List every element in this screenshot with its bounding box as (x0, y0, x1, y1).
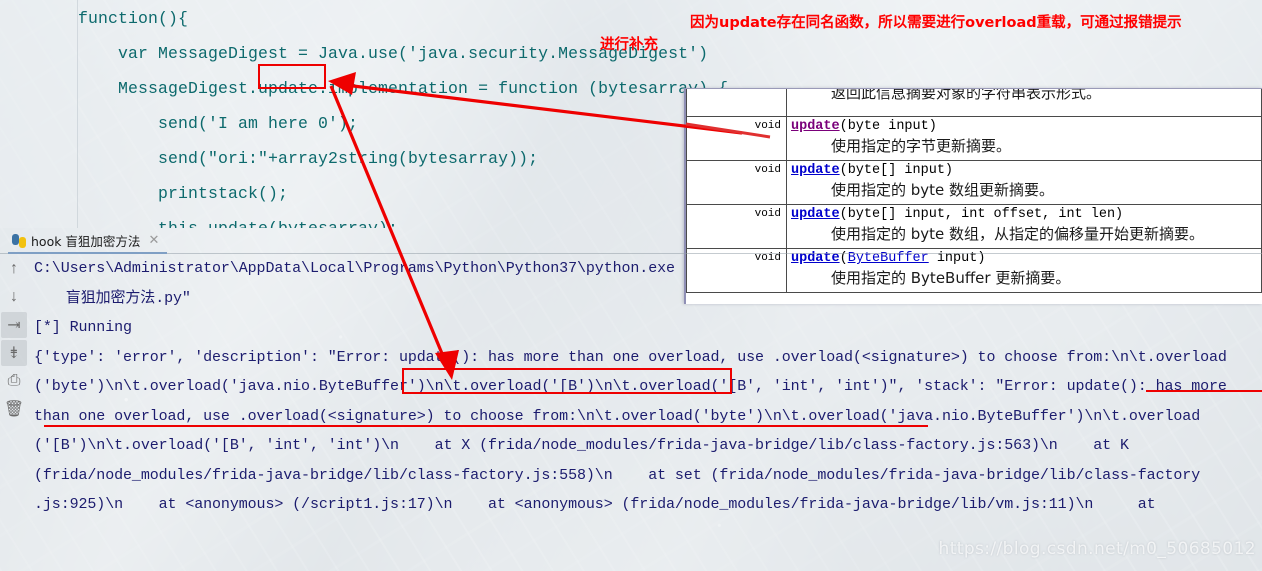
code-line: var MessageDigest = Java.use('java.secur… (78, 44, 709, 63)
javadoc-method-link[interactable]: update (791, 163, 840, 178)
clear-all-icon[interactable]: 🗑 (1, 396, 27, 422)
javadoc-return-type (686, 89, 787, 117)
javadoc-signature: update(byte input) (791, 119, 1257, 134)
run-console-pane[interactable]: hook 盲狙加密方法 ✕ ↑ ↓ ⇥ ⇟ ⎙ 🗑 C:\Users\Admin… (0, 228, 1262, 571)
console-line: than one overload, use .overload(<signat… (34, 407, 1201, 425)
console-line: (frida/node_modules/frida-java-bridge/li… (34, 466, 1201, 484)
console-line: ('byte')\n\t.overload('java.nio.ByteBuff… (34, 378, 1227, 395)
javadoc-method-cell: update(byte[] input) 使用指定的 byte 数组更新摘要。 (786, 160, 1262, 205)
javadoc-method-link[interactable]: update (791, 119, 840, 134)
close-icon[interactable]: ✕ (148, 234, 159, 247)
javadoc-params: (byte input) (839, 119, 937, 134)
code-line: function(){ (78, 9, 189, 28)
javadoc-params: (byte[] input, int offset, int len) (839, 207, 1124, 222)
tab-label: hook 盲狙加密方法 (31, 234, 141, 249)
console-line: {'type': 'error', 'description': "Error:… (34, 348, 1227, 366)
javadoc-return-type: void (686, 116, 787, 161)
scroll-to-end-icon[interactable]: ⇟ (1, 340, 27, 366)
javadoc-params: (byte[] input) (839, 163, 954, 178)
console-line: 盲狙加密方法.py" (48, 289, 191, 307)
javadoc-method-link[interactable]: update (791, 207, 840, 222)
javadoc-description: 使用指定的字节更新摘要。 (831, 137, 1012, 155)
watermark: https://blog.csdn.net/m0_50685012 (938, 539, 1256, 559)
arrow-down-icon[interactable]: ↓ (1, 284, 27, 310)
console-line: .js:925)\n at <anonymous> (/script1.js:1… (34, 496, 1156, 513)
print-icon[interactable]: ⎙ (1, 368, 27, 394)
console-tab-bar: hook 盲狙加密方法 ✕ (0, 228, 1262, 254)
table-row: 返回此信息摘要对象的字符串表示形式。 (686, 88, 1262, 117)
console-toolbar[interactable]: ↑ ↓ ⇥ ⇟ ⎙ 🗑 (0, 254, 28, 571)
javadoc-method-cell: 返回此信息摘要对象的字符串表示形式。 (786, 88, 1262, 117)
javadoc-method-cell: update(byte input) 使用指定的字节更新摘要。 (786, 116, 1262, 161)
screenshot-root: function(){ var MessageDigest = Java.use… (0, 0, 1262, 571)
javadoc-description: 使用指定的 byte 数组更新摘要。 (831, 181, 1055, 199)
console-line: [*] Running (34, 319, 132, 336)
console-line: C:\Users\Administrator\AppData\Local\Pro… (34, 260, 675, 277)
table-row: void update(byte input) 使用指定的字节更新摘要。 (686, 116, 1262, 161)
python-icon (12, 233, 26, 248)
javadoc-signature: update(byte[] input, int offset, int len… (791, 207, 1257, 222)
table-row: void update(byte[] input) 使用指定的 byte 数组更… (686, 160, 1262, 205)
javadoc-description: 返回此信息摘要对象的字符串表示形式。 (831, 88, 1102, 102)
javadoc-signature: update(byte[] input) (791, 163, 1257, 178)
javadoc-return-type: void (686, 160, 787, 205)
console-line: ('[B')\n\t.overload('[B', 'int', 'int')\… (34, 437, 1129, 454)
arrow-up-icon[interactable]: ↑ (1, 256, 27, 282)
console-output[interactable]: C:\Users\Administrator\AppData\Local\Pro… (34, 254, 1262, 571)
tab-hook-script[interactable]: hook 盲狙加密方法 ✕ (8, 229, 168, 254)
editor-gutter (0, 0, 78, 228)
soft-wrap-icon[interactable]: ⇥ (1, 312, 27, 338)
